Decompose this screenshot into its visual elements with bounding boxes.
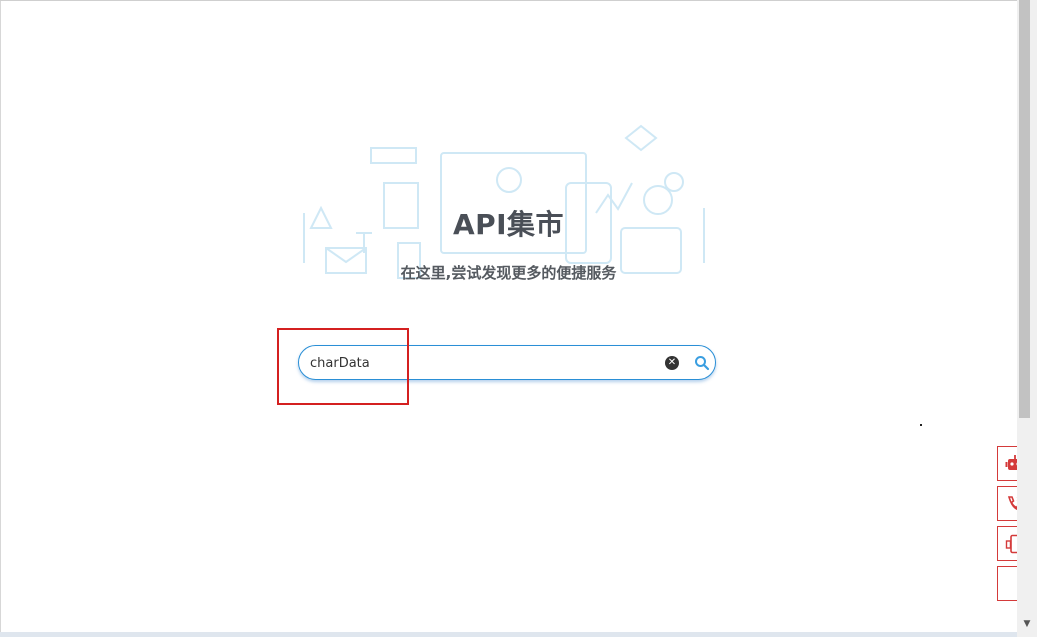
horizontal-scrollbar[interactable] [0,632,1017,637]
cursor-dot [920,424,922,426]
page-title: API集市 [452,208,565,241]
clear-icon[interactable]: ✕ [665,356,679,370]
search-icon[interactable] [694,355,710,371]
page [0,0,1017,637]
highlight-annotation [277,328,409,405]
page-subtitle: 在这里,尝试发现更多的便捷服务 [400,264,617,282]
top-border [0,0,1017,1]
scrollbar-thumb[interactable] [1019,0,1030,418]
scroll-down-arrow-icon[interactable]: ▼ [1017,614,1037,634]
